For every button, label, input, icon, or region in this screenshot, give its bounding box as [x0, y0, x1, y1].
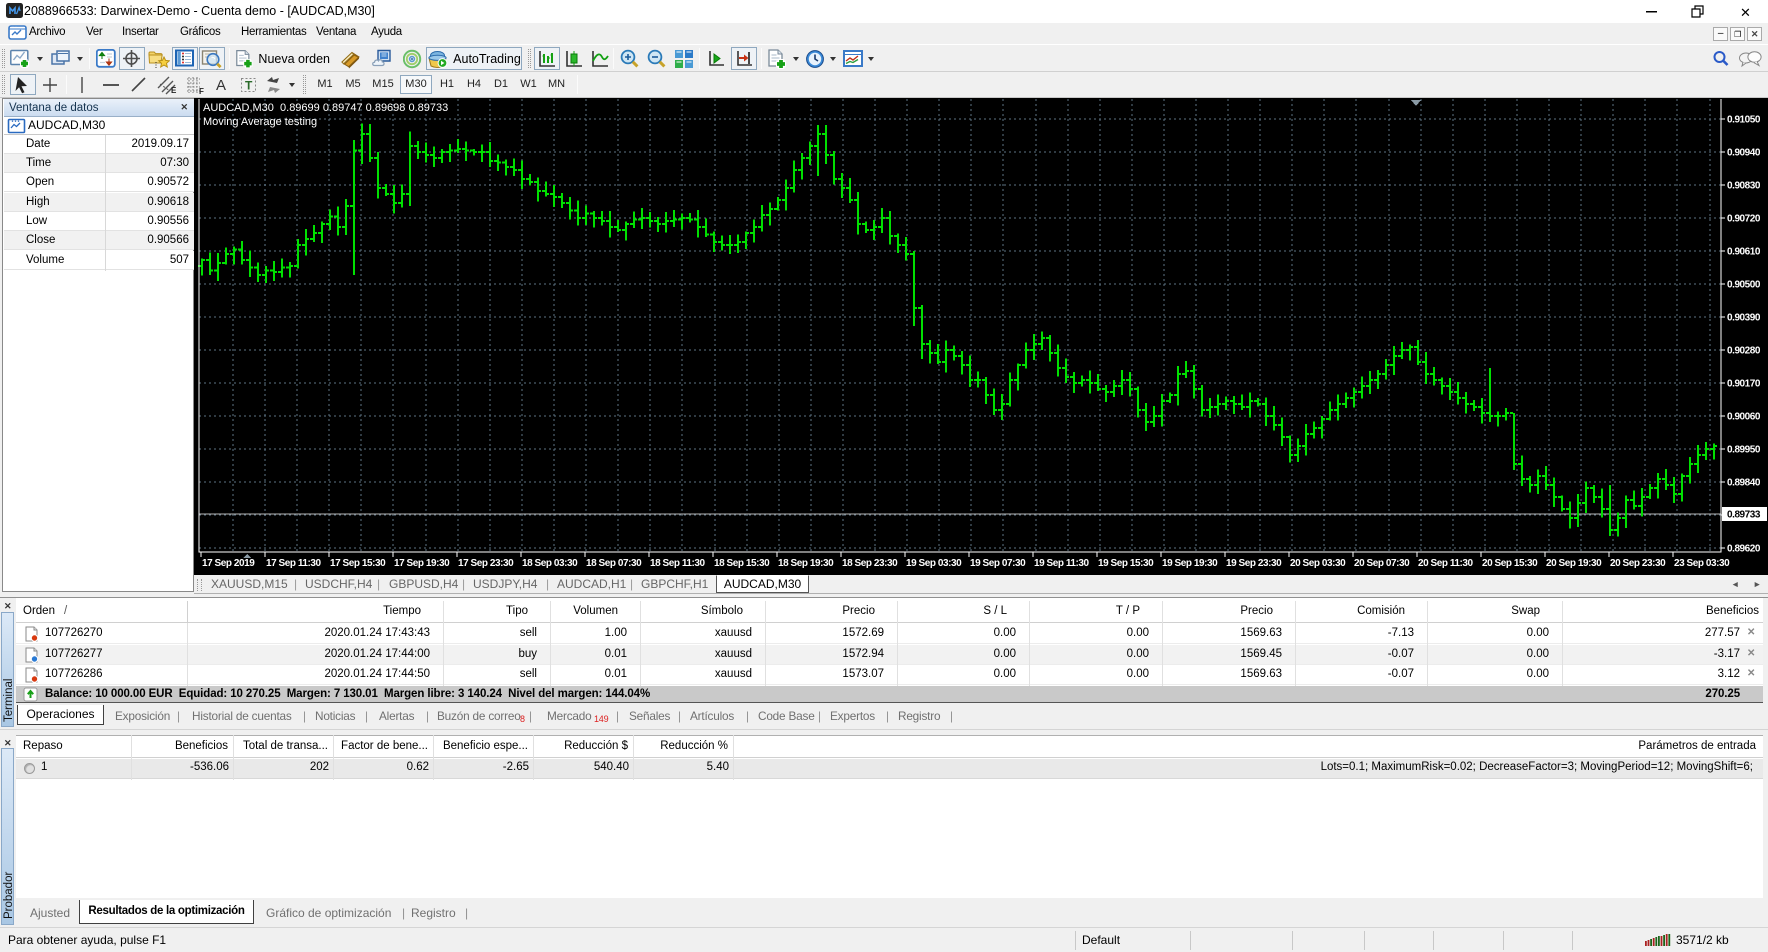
svg-text:0.91050: 0.91050: [1727, 115, 1761, 126]
svg-text:17 Sep 15:30: 17 Sep 15:30: [330, 558, 386, 569]
svg-text:17 Sep 11:30: 17 Sep 11:30: [266, 558, 322, 569]
svg-text:19 Sep 15:30: 19 Sep 15:30: [1098, 558, 1154, 569]
svg-text:18 Sep 23:30: 18 Sep 23:30: [842, 558, 898, 569]
svg-text:20 Sep 23:30: 20 Sep 23:30: [1610, 558, 1666, 569]
svg-text:18 Sep 07:30: 18 Sep 07:30: [586, 558, 642, 569]
svg-text:0.90720: 0.90720: [1727, 214, 1761, 225]
svg-text:18 Sep 11:30: 18 Sep 11:30: [650, 558, 706, 569]
svg-text:0.90170: 0.90170: [1727, 379, 1761, 390]
svg-text:19 Sep 19:30: 19 Sep 19:30: [1162, 558, 1218, 569]
svg-text:17 Sep 2019: 17 Sep 2019: [202, 558, 255, 569]
svg-text:18 Sep 19:30: 18 Sep 19:30: [778, 558, 834, 569]
svg-text:0.89733: 0.89733: [1727, 510, 1761, 521]
svg-text:17 Sep 23:30: 17 Sep 23:30: [458, 558, 514, 569]
svg-text:23 Sep 03:30: 23 Sep 03:30: [1674, 558, 1730, 569]
svg-text:0.90390: 0.90390: [1727, 313, 1761, 324]
svg-text:0.90610: 0.90610: [1727, 247, 1761, 258]
svg-text:19 Sep 07:30: 19 Sep 07:30: [970, 558, 1026, 569]
svg-text:0.89620: 0.89620: [1727, 544, 1761, 555]
svg-text:A: A: [216, 77, 226, 94]
svg-text:0.90830: 0.90830: [1727, 181, 1761, 192]
svg-text:0.90500: 0.90500: [1727, 280, 1761, 291]
svg-text:19 Sep 11:30: 19 Sep 11:30: [1034, 558, 1090, 569]
svg-text:0.89840: 0.89840: [1727, 478, 1761, 489]
svg-text:19 Sep 03:30: 19 Sep 03:30: [906, 558, 962, 569]
svg-text:19 Sep 23:30: 19 Sep 23:30: [1226, 558, 1282, 569]
svg-text:20 Sep 07:30: 20 Sep 07:30: [1354, 558, 1410, 569]
svg-text:AUDCAD,M30 0.89699 0.89747 0.: AUDCAD,M30 0.89699 0.89747 0.89698 0.897…: [203, 102, 448, 114]
svg-text:0.89950: 0.89950: [1727, 445, 1761, 456]
svg-text:0.90280: 0.90280: [1727, 346, 1761, 357]
svg-text:0.90060: 0.90060: [1727, 412, 1761, 423]
svg-text:E: E: [171, 86, 177, 95]
svg-text:18 Sep 03:30: 18 Sep 03:30: [522, 558, 578, 569]
svg-text:F: F: [199, 87, 204, 95]
svg-text:20 Sep 11:30: 20 Sep 11:30: [1418, 558, 1474, 569]
svg-text:20 Sep 03:30: 20 Sep 03:30: [1290, 558, 1346, 569]
svg-text:T: T: [245, 78, 253, 92]
svg-text:18 Sep 15:30: 18 Sep 15:30: [714, 558, 770, 569]
svg-text:20 Sep 19:30: 20 Sep 19:30: [1546, 558, 1602, 569]
svg-text:20 Sep 15:30: 20 Sep 15:30: [1482, 558, 1538, 569]
svg-text:0.90940: 0.90940: [1727, 148, 1761, 159]
svg-text:17 Sep 19:30: 17 Sep 19:30: [394, 558, 450, 569]
svg-text:Moving Average testing: Moving Average testing: [203, 116, 317, 128]
